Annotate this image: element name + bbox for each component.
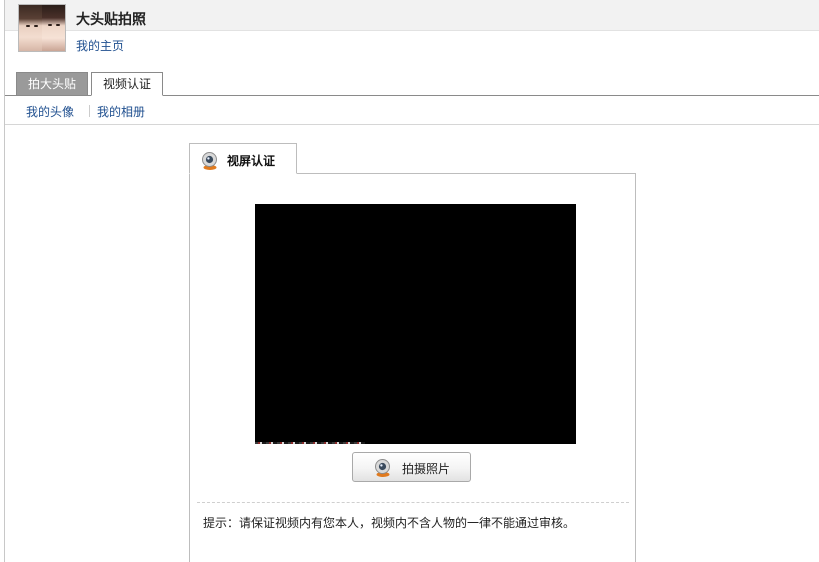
avatar-eye bbox=[26, 25, 30, 27]
panel-tab-label: 视屏认证 bbox=[227, 154, 276, 168]
panel-tab-screen-verification[interactable]: 视屏认证 bbox=[189, 143, 297, 174]
capture-photo-button[interactable]: 拍摄照片 bbox=[352, 452, 471, 482]
video-signal-noise bbox=[255, 442, 365, 444]
dashed-divider bbox=[197, 502, 629, 503]
webcam-icon bbox=[200, 151, 220, 174]
video-preview[interactable] bbox=[255, 204, 576, 444]
avatar-face-right bbox=[42, 5, 65, 51]
page-title: 大头贴拍照 bbox=[76, 12, 146, 28]
avatar-face-left bbox=[19, 5, 42, 51]
webcam-icon bbox=[373, 458, 393, 481]
capture-photo-label: 拍摄照片 bbox=[402, 462, 451, 476]
avatar-eye bbox=[56, 24, 60, 26]
subnav-my-album[interactable]: 我的相册 bbox=[97, 103, 145, 120]
tab-photo-sticker[interactable]: 拍大头贴 bbox=[16, 72, 88, 96]
main-tabs: 拍大头贴 视频认证 bbox=[5, 70, 819, 96]
page-header: 大头贴拍照 我的主页 bbox=[5, 0, 819, 56]
avatar-eye bbox=[48, 24, 52, 26]
subnav-my-avatar[interactable]: 我的头像 bbox=[26, 103, 74, 120]
avatar-eye bbox=[34, 25, 38, 27]
verification-hint: 提示：请保证视频内有您本人，视频内不含人物的一律不能通过审核。 bbox=[203, 516, 576, 530]
avatar[interactable] bbox=[18, 4, 66, 52]
sub-navigation: 我的头像 我的相册 bbox=[5, 96, 819, 125]
subnav-separator bbox=[89, 105, 90, 117]
tab-video-verification[interactable]: 视频认证 bbox=[91, 72, 163, 96]
verification-panel: 拍摄照片 提示：请保证视频内有您本人，视频内不含人物的一律不能通过审核。 bbox=[189, 173, 636, 562]
my-homepage-link[interactable]: 我的主页 bbox=[76, 37, 124, 54]
